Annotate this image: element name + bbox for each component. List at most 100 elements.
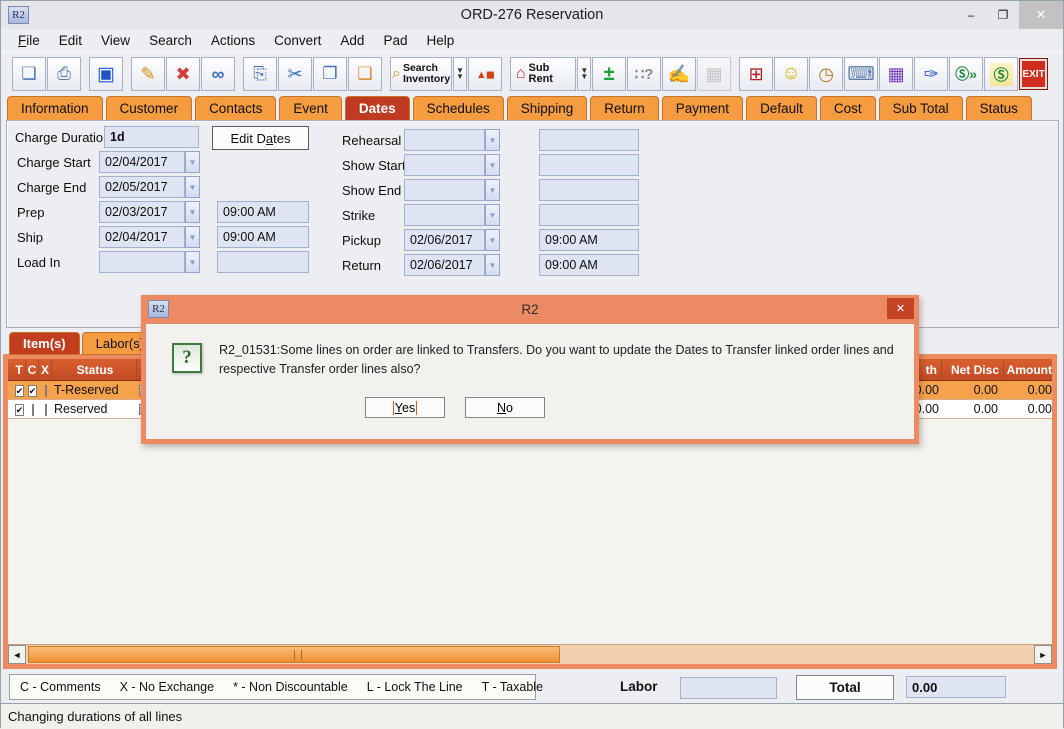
tab-items[interactable]: Item(s) <box>9 332 80 355</box>
ship-date-field[interactable]: 02/04/2017 <box>99 226 185 248</box>
add-remove-line-button[interactable]: ± <box>592 57 626 91</box>
tab-default[interactable]: Default <box>746 96 817 120</box>
save-button[interactable]: ▣ <box>89 57 123 91</box>
charge-end-date-field[interactable]: 02/05/2017 <box>99 176 185 198</box>
charge-start-date-dropdown[interactable]: ▼ <box>185 151 200 173</box>
tab-status[interactable]: Status <box>966 96 1032 120</box>
sub-rent-button[interactable]: ⌂ Sub Rent <box>510 57 577 91</box>
history-button[interactable]: ◷ <box>809 57 843 91</box>
search-inventory-dropdown[interactable]: ▼▼ <box>453 57 467 91</box>
no-exchange-checkbox[interactable] <box>45 385 47 397</box>
return-date-field[interactable]: 02/06/2017 <box>404 254 485 276</box>
tab-shipping[interactable]: Shipping <box>507 96 588 120</box>
taxable-checkbox-checked[interactable]: ✔ <box>15 385 25 397</box>
menu-actions[interactable]: Actions <box>202 30 265 51</box>
load-in-date-dropdown[interactable]: ▼ <box>185 251 200 273</box>
scroll-left-arrow[interactable]: ◄ <box>8 645 26 664</box>
menu-view[interactable]: View <box>92 30 140 51</box>
ship-time-field[interactable]: 09:00 AM <box>217 226 309 248</box>
taxable-checkbox-checked[interactable]: ✔ <box>15 404 25 416</box>
strike-time-field[interactable] <box>539 204 639 226</box>
no-button[interactable]: No <box>465 397 545 418</box>
return-time-field[interactable]: 09:00 AM <box>539 254 639 276</box>
column-header-net-disc[interactable]: Net Disc <box>942 359 1004 380</box>
horizontal-scrollbar[interactable]: ◄ ► <box>8 644 1052 664</box>
maximize-button[interactable]: ❐ <box>987 1 1019 29</box>
tab-schedules[interactable]: Schedules <box>413 96 504 120</box>
rehearsal-date-dropdown[interactable]: ▼ <box>485 129 500 151</box>
pickup-date-dropdown[interactable]: ▼ <box>485 229 500 251</box>
tab-cost[interactable]: Cost <box>820 96 876 120</box>
ship-date-dropdown[interactable]: ▼ <box>185 226 200 248</box>
comments-checkbox-checked[interactable]: ✔ <box>28 385 38 397</box>
contacts-button[interactable]: ☺ <box>774 57 808 91</box>
menu-search[interactable]: Search <box>140 30 202 51</box>
paste-button[interactable]: ❑ <box>348 57 382 91</box>
prep-date-dropdown[interactable]: ▼ <box>185 201 200 223</box>
scrollbar-thumb[interactable] <box>28 646 560 663</box>
show-end-date-field[interactable] <box>404 179 485 201</box>
prep-time-field[interactable]: 09:00 AM <box>217 201 309 223</box>
tab-information[interactable]: Information <box>7 96 103 120</box>
column-header-c[interactable]: C <box>26 359 39 380</box>
menu-pad[interactable]: Pad <box>374 30 417 51</box>
column-header-x[interactable]: X <box>39 359 52 380</box>
no-exchange-checkbox[interactable] <box>45 404 47 416</box>
invoice-button[interactable]: Ⓢ <box>984 57 1018 91</box>
new-document-button[interactable]: ❏ <box>12 57 46 91</box>
charge-duration-field[interactable]: 1d <box>104 126 199 148</box>
yes-button[interactable]: Yes <box>365 397 445 418</box>
comments-checkbox[interactable] <box>32 404 34 416</box>
column-header-status[interactable]: Status <box>52 359 137 380</box>
menu-convert[interactable]: Convert <box>265 30 331 51</box>
close-button[interactable]: ✕ <box>1019 1 1063 29</box>
column-header-amount[interactable]: Amount <box>1004 363 1052 377</box>
show-end-date-dropdown[interactable]: ▼ <box>485 179 500 201</box>
show-start-date-dropdown[interactable]: ▼ <box>485 154 500 176</box>
exit-button[interactable]: EXIT <box>1019 58 1048 90</box>
strike-date-field[interactable] <box>404 204 485 226</box>
tab-customer[interactable]: Customer <box>106 96 193 120</box>
show-start-date-field[interactable] <box>404 154 485 176</box>
menu-add[interactable]: Add <box>331 30 374 51</box>
edit-document-button[interactable]: ✑ <box>914 57 948 91</box>
find-button[interactable]: ∞ <box>201 57 235 91</box>
search-inventory-button[interactable]: ⌕ Search Inventory <box>390 57 452 91</box>
column-header-t[interactable]: T <box>13 359 26 380</box>
prep-date-field[interactable]: 02/03/2017 <box>99 201 185 223</box>
tab-dates[interactable]: Dates <box>345 96 410 120</box>
delete-button[interactable]: ✖ <box>166 57 200 91</box>
notes-button[interactable]: ✍ <box>662 57 696 91</box>
charge-start-date-field[interactable]: 02/04/2017 <box>99 151 185 173</box>
edit-button[interactable]: ✎ <box>131 57 165 91</box>
strike-date-dropdown[interactable]: ▼ <box>485 204 500 226</box>
charge-end-date-dropdown[interactable]: ▼ <box>185 176 200 198</box>
copy-to-order-button[interactable]: ⎘ <box>243 57 277 91</box>
configurator-button[interactable]: ▦ <box>879 57 913 91</box>
scroll-right-arrow[interactable]: ► <box>1034 645 1052 664</box>
print-button[interactable]: ⎙ <box>47 57 81 91</box>
sub-rent-dropdown[interactable]: ▼▼ <box>577 57 591 91</box>
org-chart-button[interactable]: ⊞ <box>739 57 773 91</box>
minimize-button[interactable]: – <box>955 1 987 29</box>
menu-help[interactable]: Help <box>417 30 464 51</box>
tab-return[interactable]: Return <box>590 96 659 120</box>
cut-button[interactable]: ✂ <box>278 57 312 91</box>
copy-button[interactable]: ❐ <box>313 57 347 91</box>
tab-payment[interactable]: Payment <box>662 96 743 120</box>
quick-sale-button[interactable]: Ⓢ» <box>949 57 983 91</box>
edit-dates-button[interactable]: Edit Dates <box>212 126 309 150</box>
pickup-time-field[interactable]: 09:00 AM <box>539 229 639 251</box>
labor-field[interactable] <box>680 677 777 699</box>
tab-contacts[interactable]: Contacts <box>195 96 276 120</box>
rehearsal-date-field[interactable] <box>404 129 485 151</box>
availability-button[interactable]: ∷? <box>627 57 661 91</box>
pickup-date-field[interactable]: 02/06/2017 <box>404 229 485 251</box>
menu-file[interactable]: File <box>9 30 50 51</box>
dialog-close-icon[interactable]: ✕ <box>887 298 914 319</box>
return-date-dropdown[interactable]: ▼ <box>485 254 500 276</box>
shortcut-button[interactable]: ⌨ <box>844 57 878 91</box>
total-field[interactable]: 0.00 <box>906 676 1006 698</box>
show-end-time-field[interactable] <box>539 179 639 201</box>
show-start-time-field[interactable] <box>539 154 639 176</box>
